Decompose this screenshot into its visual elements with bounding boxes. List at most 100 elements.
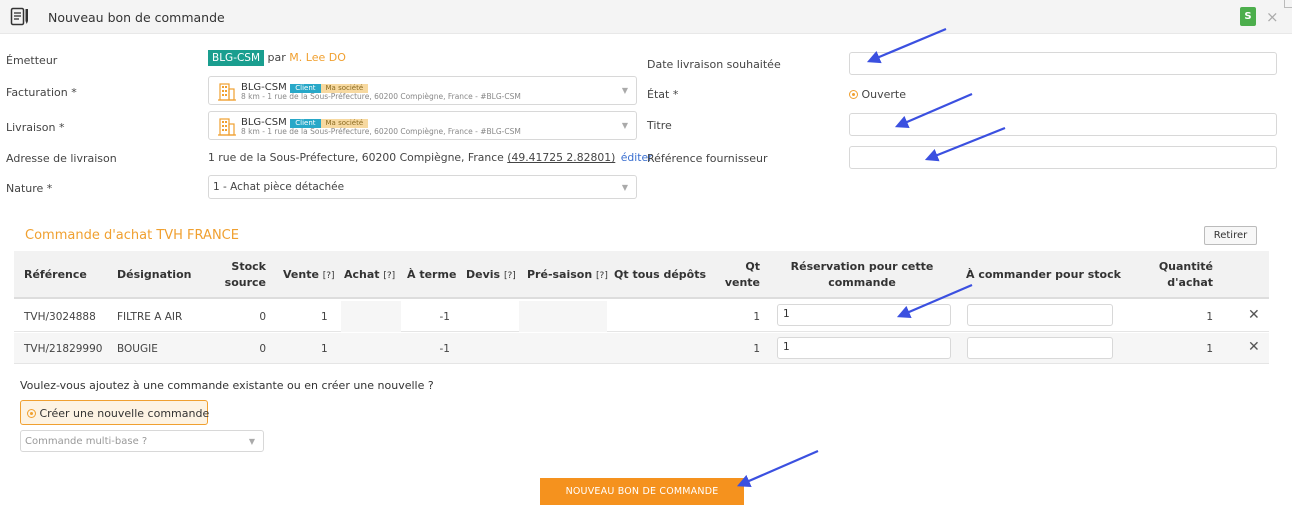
row-reference: TVH/3024888 — [24, 311, 96, 323]
row-qtvente: 1 — [753, 343, 760, 355]
emetteur-code: BLG-CSM — [208, 50, 265, 66]
building-icon — [218, 81, 236, 104]
s-badge[interactable]: S — [1240, 7, 1256, 26]
etat-label: État * — [647, 88, 679, 101]
new-order-radio-label: Créer une nouvelle commande — [39, 407, 210, 420]
adresse-label: Adresse de livraison — [6, 152, 117, 165]
col-qtvente-1: Qt — [745, 260, 760, 273]
col-stock-1: Stock — [231, 260, 266, 273]
row-aterme: -1 — [439, 343, 450, 355]
chevron-down-icon: ▼ — [621, 121, 628, 130]
col-aterme: À terme — [407, 268, 457, 281]
building-icon — [218, 116, 236, 139]
ref-input[interactable] — [849, 146, 1277, 169]
row-vente[interactable]: 1 — [321, 311, 328, 323]
modal-title: Nouveau bon de commande — [48, 10, 225, 25]
date-label: Date livraison souhaitée — [647, 58, 781, 71]
row-quantite: 1 — [1206, 311, 1213, 323]
corner-icon — [1284, 0, 1292, 8]
col-quantite-2: d'achat — [1167, 276, 1213, 289]
livraison-label: Livraison * — [6, 121, 65, 134]
livraison-address: 8 km - 1 rue de la Sous-Préfecture, 6020… — [241, 127, 521, 136]
adresse-coords[interactable]: (49.41725 2.82801) — [507, 151, 615, 164]
col-quantite: Quantité d'achat — [1150, 259, 1213, 291]
row-shade-cell — [519, 301, 607, 332]
row-quantite: 1 — [1206, 343, 1213, 355]
chevron-down-icon: ▼ — [248, 437, 255, 446]
reservation-value: 1 — [783, 341, 790, 353]
facturation-select[interactable]: BLG-CSM Client Ma société 8 km - 1 rue de… — [208, 76, 637, 105]
section-title: Commande d'achat TVH FRANCE — [25, 228, 239, 243]
col-stock: Stock source — [215, 259, 266, 291]
livraison-select[interactable]: BLG-CSM Client Ma société 8 km - 1 rue de… — [208, 111, 637, 140]
multibase-placeholder: Commande multi-base ? — [25, 436, 148, 447]
etat-radio[interactable]: Ouverte — [849, 88, 906, 101]
nature-label: Nature * — [6, 182, 53, 195]
chevron-down-icon: ▼ — [621, 183, 628, 192]
order-form-icon — [10, 7, 30, 30]
col-stock-2: source — [224, 276, 266, 289]
facturation-label: Facturation * — [6, 86, 77, 99]
col-vente-label: Vente — [283, 268, 319, 281]
arrow-submit — [736, 449, 819, 487]
close-icon[interactable]: × — [1266, 8, 1279, 26]
col-reservation: Réservation pour cette commande — [776, 259, 948, 291]
ref-label: Référence fournisseur — [647, 152, 768, 165]
col-acommander: À commander pour stock — [966, 268, 1121, 281]
row-vente[interactable]: 1 — [321, 343, 328, 355]
row-designation: BOUGIE — [117, 343, 158, 355]
titre-label: Titre — [647, 119, 672, 132]
col-achat: Achat [?] — [344, 268, 395, 281]
submit-button[interactable]: NOUVEAU BON DE COMMANDE — [540, 478, 744, 505]
adresse-value-row: 1 rue de la Sous-Préfecture, 60200 Compi… — [208, 151, 653, 164]
radio-selected-icon — [849, 90, 858, 99]
emetteur-value: BLG-CSM par M. Lee DO — [208, 50, 346, 66]
col-presaison-label: Pré-saison — [527, 268, 593, 281]
devis-help[interactable]: [?] — [504, 271, 516, 281]
row-stock: 0 — [259, 343, 266, 355]
reservation-input[interactable]: 1 — [777, 304, 951, 326]
col-designation: Désignation — [117, 268, 192, 281]
col-quantite-1: Quantité — [1158, 260, 1213, 273]
order-question: Voulez-vous ajoutez à une commande exist… — [20, 379, 434, 392]
row-shade-cell — [341, 301, 401, 332]
remove-row-icon[interactable]: ✕ — [1248, 339, 1260, 355]
vente-help[interactable]: [?] — [323, 271, 335, 281]
row-designation: FILTRE A AIR — [117, 311, 183, 323]
col-vente: Vente [?] — [283, 268, 335, 281]
col-presaison: Pré-saison [?] — [527, 268, 608, 281]
facturation-address: 8 km - 1 rue de la Sous-Préfecture, 6020… — [241, 92, 521, 101]
row-stock: 0 — [259, 311, 266, 323]
col-devis-label: Devis — [466, 268, 501, 281]
row-reference: TVH/21829990 — [24, 343, 103, 355]
titre-input[interactable] — [849, 113, 1277, 136]
row-qtvente: 1 — [753, 311, 760, 323]
retirer-button[interactable]: Retirer — [1204, 226, 1257, 245]
adresse-value: 1 rue de la Sous-Préfecture, 60200 Compi… — [208, 151, 504, 164]
col-reservation-2: commande — [828, 276, 896, 289]
emetteur-par: par — [267, 51, 286, 64]
date-input[interactable] — [849, 52, 1277, 75]
radio-selected-icon — [27, 409, 36, 418]
col-qtdepots: Qt tous dépôts — [614, 268, 707, 281]
col-achat-label: Achat — [344, 268, 380, 281]
col-qtvente-2: vente — [724, 276, 760, 289]
row-aterme: -1 — [439, 311, 450, 323]
emetteur-user-link[interactable]: M. Lee DO — [289, 51, 346, 64]
nature-select[interactable]: 1 - Achat pièce détachée ▼ — [208, 175, 637, 199]
acommander-input[interactable] — [967, 304, 1113, 326]
multibase-select[interactable]: Commande multi-base ? ▼ — [20, 430, 264, 452]
reservation-input[interactable]: 1 — [777, 337, 951, 359]
achat-help[interactable]: [?] — [383, 271, 395, 281]
col-reference: Référence — [24, 268, 87, 281]
new-order-radio[interactable]: Créer une nouvelle commande — [20, 400, 210, 425]
emetteur-label: Émetteur — [6, 54, 58, 67]
acommander-input[interactable] — [967, 337, 1113, 359]
col-qtvente: Qt vente — [712, 259, 760, 291]
chevron-down-icon: ▼ — [621, 86, 628, 95]
col-devis: Devis [?] — [466, 268, 516, 281]
col-reservation-1: Réservation pour cette — [790, 260, 934, 273]
presaison-help[interactable]: [?] — [596, 271, 608, 281]
remove-row-icon[interactable]: ✕ — [1248, 307, 1260, 323]
reservation-value: 1 — [783, 308, 790, 320]
